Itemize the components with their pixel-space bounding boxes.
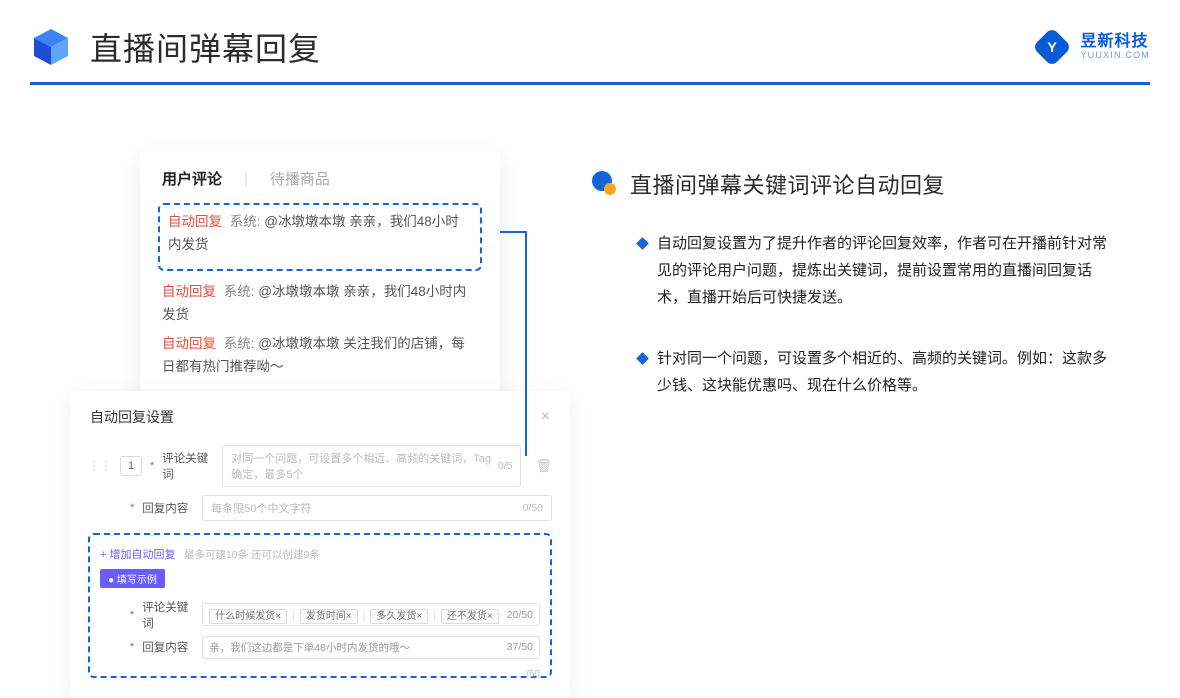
screenshots-column: 用户评论 | 待播商品 自动回复 系统: @冰墩墩本墩 亲亲，我们48小时内发货… [70,150,570,698]
delete-icon[interactable]: 🗑 [535,458,552,474]
auto-reply-tag: 自动回复 [168,214,222,229]
brand-en: YUUXIN.COM [1080,51,1150,61]
auto-reply-tag: 自动回复 [162,336,216,351]
section-title: 直播间弹幕关键词评论自动回复 [630,168,945,200]
example-keyword-label: 评论关键词 [142,599,194,631]
tag-chip[interactable]: 发货时间× [300,609,358,624]
section-head: 直播间弹幕关键词评论自动回复 [590,168,1120,200]
comment-line-3: 自动回复 系统: @冰墩墩本墩 关注我们的店铺，每日都有热门推荐呦～ [162,333,478,379]
auto-reply-tag: 自动回复 [162,284,216,299]
tab-user-comments[interactable]: 用户评论 [162,168,222,189]
comment-line-1: 自动回复 系统: @冰墩墩本墩 亲亲，我们48小时内发货 [168,211,472,257]
required-star: * [130,641,134,653]
brand-logo-icon: Y [1034,29,1070,65]
reply-label: 回复内容 [142,500,194,516]
example-reply-input: 亲，我们这边都是下单48小时内发货的哦～ 37/50 [202,636,540,659]
example-reply-counter: 37/50 [507,641,533,653]
required-star: * [130,502,134,514]
example-reply-text: 亲，我们这边都是下单48小时内发货的哦～ [209,640,410,655]
reply-counter: 0/50 [523,502,543,514]
bullet-1-text: 自动回复设置为了提升作者的评论回复效率，作者可在开播前针对常见的评论用户问题，提… [657,230,1120,311]
header-left: 直播间弹幕回复 [30,24,321,70]
add-row: + 增加自动回复 最多可建10条 还可以创建9条 [100,545,540,563]
example-keyword-row: * 评论关键词 什么时候发货× | 发货时间× | 多久发货× | 还不发货× … [100,599,540,631]
keyword-counter: 0/5 [498,460,513,472]
explanation-column: 直播间弹幕关键词评论自动回复 自动回复设置为了提升作者的评论回复效率，作者可在开… [590,168,1120,433]
tag-chip[interactable]: 多久发货× [370,609,428,624]
tab-pending-goods[interactable]: 待播商品 [270,168,330,189]
brand-text: 昱新科技 YUUXIN.COM [1080,33,1150,60]
system-prefix: 系统: [224,284,255,299]
header-divider [30,82,1150,85]
example-reply-label: 回复内容 [142,639,194,655]
settings-title: 自动回复设置 [90,407,174,427]
bullet-1: 自动回复设置为了提升作者的评论回复效率，作者可在开播前针对常见的评论用户问题，提… [590,230,1120,311]
bubble-icon [590,170,618,198]
reply-placeholder: 每条限50个中文字符 [211,500,311,516]
example-keyword-counter: 20/50 [507,609,533,621]
comments-card: 用户评论 | 待播商品 自动回复 系统: @冰墩墩本墩 亲亲，我们48小时内发货… [140,150,500,403]
system-prefix: 系统: [230,214,261,229]
brand-cn: 昱新科技 [1080,33,1150,51]
close-icon[interactable]: × [541,408,550,426]
tag-chip[interactable]: 还不发货× [441,609,499,624]
auto-reply-settings-card: 自动回复设置 × ⋮⋮ 1 * 评论关键词 对同一个问题，可设置多个相近、高频的… [70,391,570,698]
add-note: 最多可建10条 还可以创建9条 [184,549,320,561]
bullet-2: 针对同一个问题，可设置多个相近的、高频的关键词。例如：这款多少钱、这块能优惠吗、… [590,345,1120,399]
tag-chip[interactable]: 什么时候发货× [209,609,287,624]
example-reply-row: * 回复内容 亲，我们这边都是下单48小时内发货的哦～ 37/50 [100,636,540,659]
form-row-keyword: ⋮⋮ 1 * 评论关键词 对同一个问题，可设置多个相近、高频的关键词，Tag确定… [88,445,552,487]
keyword-placeholder: 对同一个问题，可设置多个相近、高频的关键词，Tag确定，最多5个 [231,450,498,482]
add-auto-reply-link[interactable]: + 增加自动回复 [100,549,175,561]
example-block: + 增加自动回复 最多可建10条 还可以创建9条 ● 填写示例 * 评论关键词 … [88,533,552,678]
page-title: 直播间弹幕回复 [90,24,321,70]
drag-handle-icon[interactable]: ⋮⋮ [88,459,112,473]
overflow-counter: /50 [526,669,540,680]
cube-icon [30,26,72,68]
required-star: * [130,609,134,621]
example-keyword-input: 什么时候发货× | 发货时间× | 多久发货× | 还不发货× 20/50 [202,603,540,626]
page-header: 直播间弹幕回复 Y 昱新科技 YUUXIN.COM [30,24,1150,70]
reply-input[interactable]: 每条限50个中文字符 0/50 [202,495,552,521]
settings-header: 自动回复设置 × [88,405,552,437]
comment-line-2: 自动回复 系统: @冰墩墩本墩 亲亲，我们48小时内发货 [162,281,478,327]
keyword-input[interactable]: 对同一个问题，可设置多个相近、高频的关键词，Tag确定，最多5个 0/5 [222,445,521,487]
svg-text:Y: Y [1048,39,1058,55]
highlighted-comment: 自动回复 系统: @冰墩墩本墩 亲亲，我们48小时内发货 [158,203,482,271]
brand-block: Y 昱新科技 YUUXIN.COM [1034,29,1150,65]
tabs-row: 用户评论 | 待播商品 [162,168,478,189]
keyword-label: 评论关键词 [162,450,214,482]
required-star: * [150,460,154,472]
tab-separator: | [244,170,248,187]
sequence-number: 1 [120,456,142,476]
form-row-reply: * 回复内容 每条限50个中文字符 0/50 [88,495,552,521]
system-prefix: 系统: [224,336,255,351]
diamond-bullet-icon [636,237,649,250]
diamond-bullet-icon [636,352,649,365]
bullet-2-text: 针对同一个问题，可设置多个相近的、高频的关键词。例如：这款多少钱、这块能优惠吗、… [657,345,1120,399]
example-badge: ● 填写示例 [100,569,165,588]
example-tags: 什么时候发货× | 发货时间× | 多久发货× | 还不发货× [209,607,498,622]
